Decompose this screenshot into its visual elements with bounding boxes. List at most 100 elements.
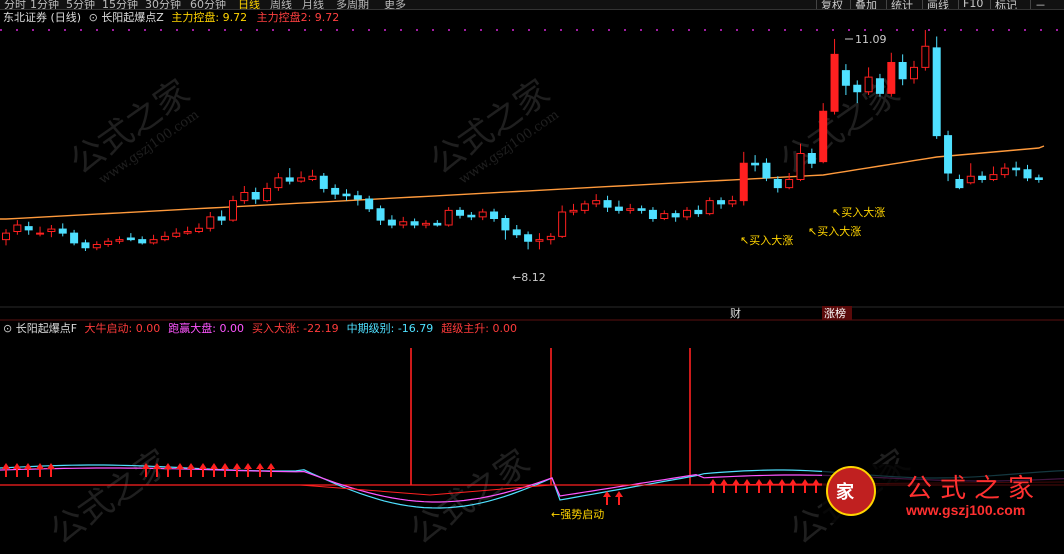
candle-body <box>637 208 646 211</box>
candle <box>410 218 419 229</box>
arrow-head <box>732 479 740 485</box>
up-arrow-icon <box>615 491 623 505</box>
candle <box>149 234 158 245</box>
candle-body <box>433 222 442 226</box>
up-arrow-icon <box>142 463 150 477</box>
candle <box>717 197 726 209</box>
candle-body <box>206 216 215 229</box>
candle <box>637 205 646 214</box>
up-arrow-icon <box>812 479 820 493</box>
candle-body <box>308 175 317 180</box>
candle-body <box>898 62 907 80</box>
candle <box>206 212 215 232</box>
arrow-head <box>13 463 21 469</box>
site-logo: 家 公式之家 www.gszj100.com <box>822 464 1064 523</box>
arrow-head <box>743 479 751 485</box>
candle-body <box>921 45 930 68</box>
candle <box>421 220 430 229</box>
candle-body <box>172 232 181 237</box>
candle-body <box>660 213 669 219</box>
candle-body <box>966 175 975 184</box>
candle <box>229 195 237 222</box>
candle-body <box>853 84 862 93</box>
up-arrow-icon <box>709 479 717 493</box>
candle-body <box>47 228 56 232</box>
up-arrow-icon <box>267 463 275 477</box>
candle-body <box>887 62 896 94</box>
arrow-head <box>812 479 820 485</box>
strong-start-label: ←强势启动 <box>551 508 604 521</box>
up-arrow-icon <box>743 479 751 493</box>
candle <box>910 60 918 84</box>
candle-body <box>773 179 782 189</box>
candle-body <box>955 179 964 189</box>
candle <box>705 197 714 216</box>
candle-body <box>1034 177 1043 180</box>
candle <box>887 52 896 97</box>
buy-signal-label: ↖买入大涨 <box>832 205 885 219</box>
candle <box>172 228 181 238</box>
up-arrow-icon <box>801 479 809 493</box>
candle <box>1034 174 1043 183</box>
candle <box>365 195 374 212</box>
candle <box>569 203 578 216</box>
candle-body <box>36 232 45 235</box>
candle <box>603 195 612 212</box>
arrow-head <box>709 479 717 485</box>
candle <box>785 173 794 190</box>
candle <box>36 226 45 237</box>
candle-body <box>501 218 510 231</box>
arrow-head <box>2 463 10 469</box>
up-arrow-icon <box>603 491 611 505</box>
candle-body <box>410 221 419 226</box>
candle <box>115 236 124 244</box>
candle-body <box>13 224 22 232</box>
candle <box>864 67 873 95</box>
candle-body <box>331 187 340 195</box>
up-arrow-icon <box>153 463 161 477</box>
arrow-head <box>199 463 207 469</box>
event-cai-label: 财 <box>730 306 741 320</box>
candle <box>138 236 147 245</box>
candle-body <box>444 209 453 226</box>
up-arrow-icon <box>24 463 32 477</box>
candle <box>2 229 10 246</box>
candle-body <box>240 192 249 202</box>
candle-body <box>24 226 33 231</box>
candle <box>104 238 113 247</box>
candle <box>626 203 635 214</box>
candle <box>399 216 408 229</box>
arrow-head <box>164 463 172 469</box>
candle <box>13 220 22 235</box>
candle <box>217 210 226 225</box>
arrow-head <box>187 463 195 469</box>
candle-body <box>115 239 124 242</box>
candle <box>944 130 953 182</box>
candle <box>160 231 169 242</box>
arrow-head <box>801 479 809 485</box>
arrow-head <box>778 479 786 485</box>
candle-body <box>762 162 771 179</box>
up-arrow-icon <box>720 479 728 493</box>
candle-body <box>910 66 918 80</box>
candle-body <box>183 231 192 234</box>
candle <box>376 205 385 225</box>
candle <box>694 205 703 217</box>
candle <box>1023 164 1032 182</box>
candle-body <box>319 175 328 189</box>
arrow-head <box>755 479 763 485</box>
candle-body <box>92 244 101 249</box>
candle-body <box>229 200 237 221</box>
candle <box>966 163 975 185</box>
candle <box>524 231 533 250</box>
arrow-head <box>244 463 252 469</box>
kline-chart[interactable]: 11.09 ←8.12 ↖买入大涨 ↖买入大涨 ↖买入大涨财 涨榜 ←强势启动 <box>0 0 1064 523</box>
candle <box>728 195 737 208</box>
logo-url: www.gszj100.com <box>906 502 1026 518</box>
candle-body <box>81 242 90 249</box>
candle-body <box>263 187 272 202</box>
candle <box>751 155 760 172</box>
candle <box>762 158 771 182</box>
candle <box>47 225 56 238</box>
candle-body <box>694 209 703 215</box>
